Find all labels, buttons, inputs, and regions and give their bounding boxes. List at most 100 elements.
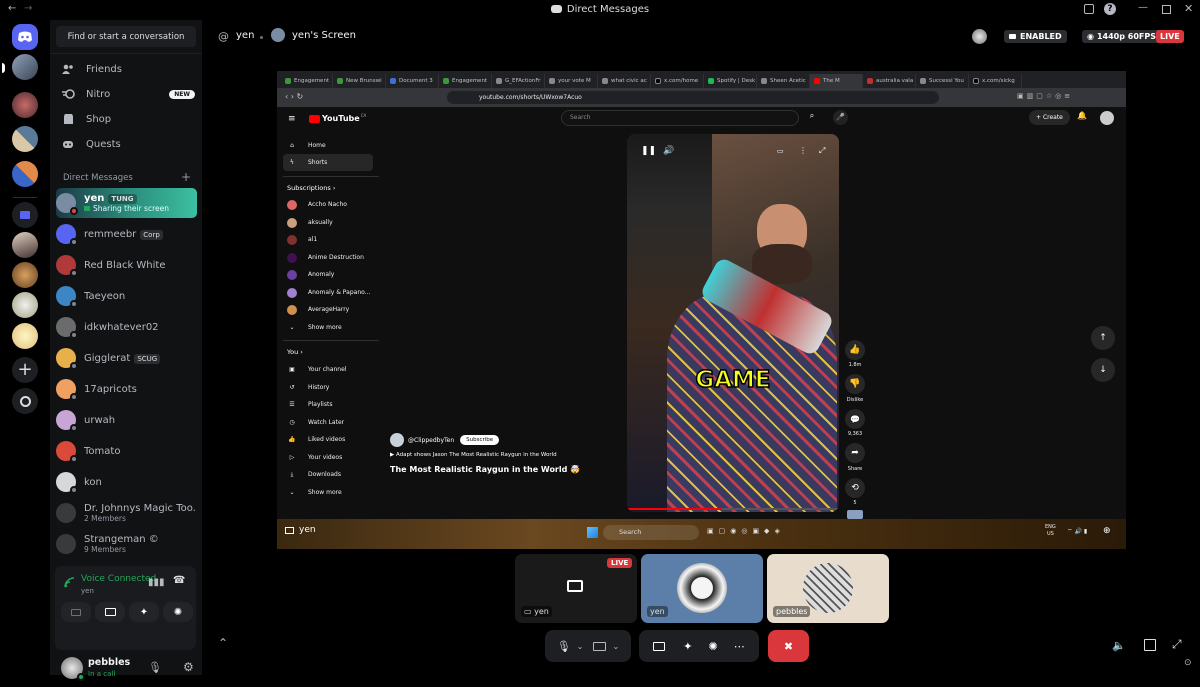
dm-item[interactable]: 17apricots [56, 374, 197, 404]
microphone-icon[interactable]: 🎙 [148, 661, 162, 674]
yt-nav-home[interactable]: ⌂ Home [287, 137, 372, 154]
channel-handle[interactable]: @ClippedbyTen [408, 437, 454, 444]
browser-tab[interactable]: Engagement [439, 74, 492, 88]
subscriptions-header[interactable]: Subscriptions › [287, 184, 335, 192]
channel-avatar[interactable] [390, 433, 404, 447]
activities-button[interactable]: ✦ [129, 602, 159, 622]
add-server-icon[interactable]: + [12, 357, 38, 383]
yt-nav-your-videos[interactable]: ▷ Your videos [287, 449, 372, 466]
dm-item[interactable]: idkwhatever02 [56, 312, 197, 342]
participant-tile-pebbles[interactable]: pebbles [767, 554, 889, 623]
server-avatar-1[interactable] [12, 54, 38, 80]
browser-tab-active[interactable]: The M [810, 74, 863, 88]
browser-tab[interactable]: australia vala [863, 74, 916, 88]
participant-tile-stream[interactable]: LIVE ▭ yen [515, 554, 637, 623]
dislike-button[interactable]: 👎 [845, 374, 865, 394]
more-options-icon[interactable]: ⋮ [799, 146, 807, 155]
next-short-button[interactable]: ↓ [1091, 358, 1115, 382]
yt-subscription[interactable]: Anomaly [287, 266, 372, 283]
leave-call-button[interactable]: ✖ [768, 630, 809, 662]
sound-thumbnail[interactable] [847, 510, 863, 519]
soundboard-icon[interactable]: ✺ [709, 640, 718, 653]
browser-extension-icons[interactable]: ▣▥▢☆◎≡ [1017, 92, 1073, 100]
browser-tab[interactable]: Engagement [281, 74, 333, 88]
browser-tab[interactable]: your vote M [545, 74, 598, 88]
dm-item[interactable]: Taeyeon [56, 281, 197, 311]
dm-item[interactable]: remmeebr Corp [56, 219, 197, 249]
browser-tab[interactable]: Successi You [916, 74, 969, 88]
dm-item[interactable]: kon [56, 467, 197, 497]
find-conversation-button[interactable]: Find or start a conversation [56, 26, 196, 47]
yt-nav-downloads[interactable]: ⤓ Downloads [287, 466, 372, 483]
yt-nav-history[interactable]: ↺ History [287, 379, 372, 396]
shorts-video-player[interactable]: GAME ❚❚ 🔊 ▭ ⋮ ⤢ [627, 134, 839, 512]
windows-start-icon[interactable] [587, 527, 598, 538]
notifications-bell-icon[interactable]: 🔔 [1077, 111, 1087, 120]
browser-tab[interactable]: New Brunswi [333, 74, 386, 88]
pause-icon[interactable]: ❚❚ [641, 146, 656, 156]
taskbar-app-icons[interactable]: ▣▢◉◎▣◆◈ [707, 527, 785, 535]
yt-show-more[interactable]: ⌄ Show more [287, 484, 372, 501]
soundboard-button[interactable]: ✺ [163, 602, 193, 622]
youtube-search-input[interactable]: Search [561, 110, 799, 126]
browser-tab[interactable]: Document 3 [386, 74, 439, 88]
yt-subscription[interactable]: Anime Destruction [287, 249, 372, 266]
remix-button[interactable]: ⟲ [845, 478, 865, 498]
settings-small-icon[interactable]: ⊙ [1184, 658, 1192, 668]
video-progress-track[interactable] [627, 508, 839, 510]
language-indicator[interactable]: ENG US [1045, 524, 1056, 538]
yt-subscription[interactable]: Accho Nacho [287, 196, 372, 213]
collapse-up-icon[interactable]: ⌃ [218, 636, 228, 650]
yt-nav-watch-later[interactable]: ◷ Watch Later [287, 414, 372, 431]
yt-subscription[interactable]: Anomaly & Papano... [287, 284, 372, 301]
dm-item[interactable]: Gigglerat SCUG [56, 343, 197, 373]
screen-share-button[interactable] [95, 602, 125, 622]
youtube-account-avatar[interactable] [1100, 111, 1114, 125]
server-avatar-8[interactable] [12, 323, 38, 349]
server-avatar-4[interactable] [12, 161, 38, 187]
browser-tab[interactable]: x.com/home [651, 74, 704, 88]
user-avatar[interactable] [61, 657, 85, 681]
popout-icon[interactable] [1144, 639, 1156, 651]
dm-item-yen[interactable]: yen TUNG Sharing their screen [56, 188, 197, 218]
previous-short-button[interactable]: ↑ [1091, 326, 1115, 350]
browser-tab[interactable]: Spotify | Desk [704, 74, 757, 88]
dm-item[interactable]: Tomato [56, 436, 197, 466]
youtube-search-icon[interactable]: ⌕ [801, 111, 823, 125]
folder-icon[interactable] [12, 202, 38, 228]
browser-nav-icons[interactable]: ‹ › ↻ [285, 92, 303, 101]
dm-group-item[interactable]: Dr. Johnnys Magic Too... 2 Members [56, 498, 197, 528]
volume-icon[interactable]: 🔊 [663, 146, 674, 156]
noise-suppression-icon[interactable]: ▮▮▮ [148, 577, 165, 588]
captions-icon[interactable]: ▭ [777, 147, 784, 155]
participant-tile-yen[interactable]: yen [641, 554, 763, 623]
yt-nav-playlists[interactable]: ☰ Playlists [287, 396, 372, 413]
viewer-avatar[interactable] [972, 29, 987, 44]
volume-icon[interactable]: 🔈 [1112, 639, 1126, 652]
chevron-down-icon[interactable]: ⌄ [577, 642, 584, 651]
nav-shop[interactable]: Shop [60, 107, 195, 131]
share-button[interactable]: ➦ [845, 443, 865, 463]
server-avatar-7[interactable] [12, 292, 38, 318]
yt-subscription[interactable]: al1 [287, 231, 372, 248]
browser-tab[interactable]: G_EFActionFr [492, 74, 545, 88]
chevron-down-icon[interactable]: ⌄ [612, 642, 619, 651]
yt-nav-shorts[interactable]: ϟ Shorts [283, 154, 373, 171]
inbox-icon[interactable] [1084, 4, 1094, 14]
dm-group-item[interactable]: Strangeman © 9 Members [56, 529, 197, 559]
microphone-icon[interactable]: 🎙 [557, 640, 571, 653]
nav-quests[interactable]: Quests [60, 132, 195, 156]
settings-gear-icon[interactable]: ⚙ [183, 660, 194, 674]
comments-button[interactable]: 💬 [845, 409, 865, 429]
create-dm-plus-icon[interactable]: + [181, 170, 191, 184]
browser-tab[interactable]: x.com/sickg [969, 74, 1022, 88]
dm-item[interactable]: Red Black White [56, 250, 197, 280]
server-avatar-2[interactable] [12, 92, 38, 118]
youtube-logo[interactable]: YouTube CA [309, 113, 366, 123]
camera-off-button[interactable] [61, 602, 91, 622]
fullscreen-icon[interactable]: ⤢ [819, 146, 825, 156]
yt-subscription[interactable]: aksually [287, 214, 372, 231]
disconnect-icon[interactable]: ☎ [173, 575, 185, 586]
stream-video[interactable]: Engagement New Brunswi Document 3 Engage… [277, 71, 1126, 549]
fullscreen-icon[interactable]: ⤢ [1172, 637, 1182, 652]
